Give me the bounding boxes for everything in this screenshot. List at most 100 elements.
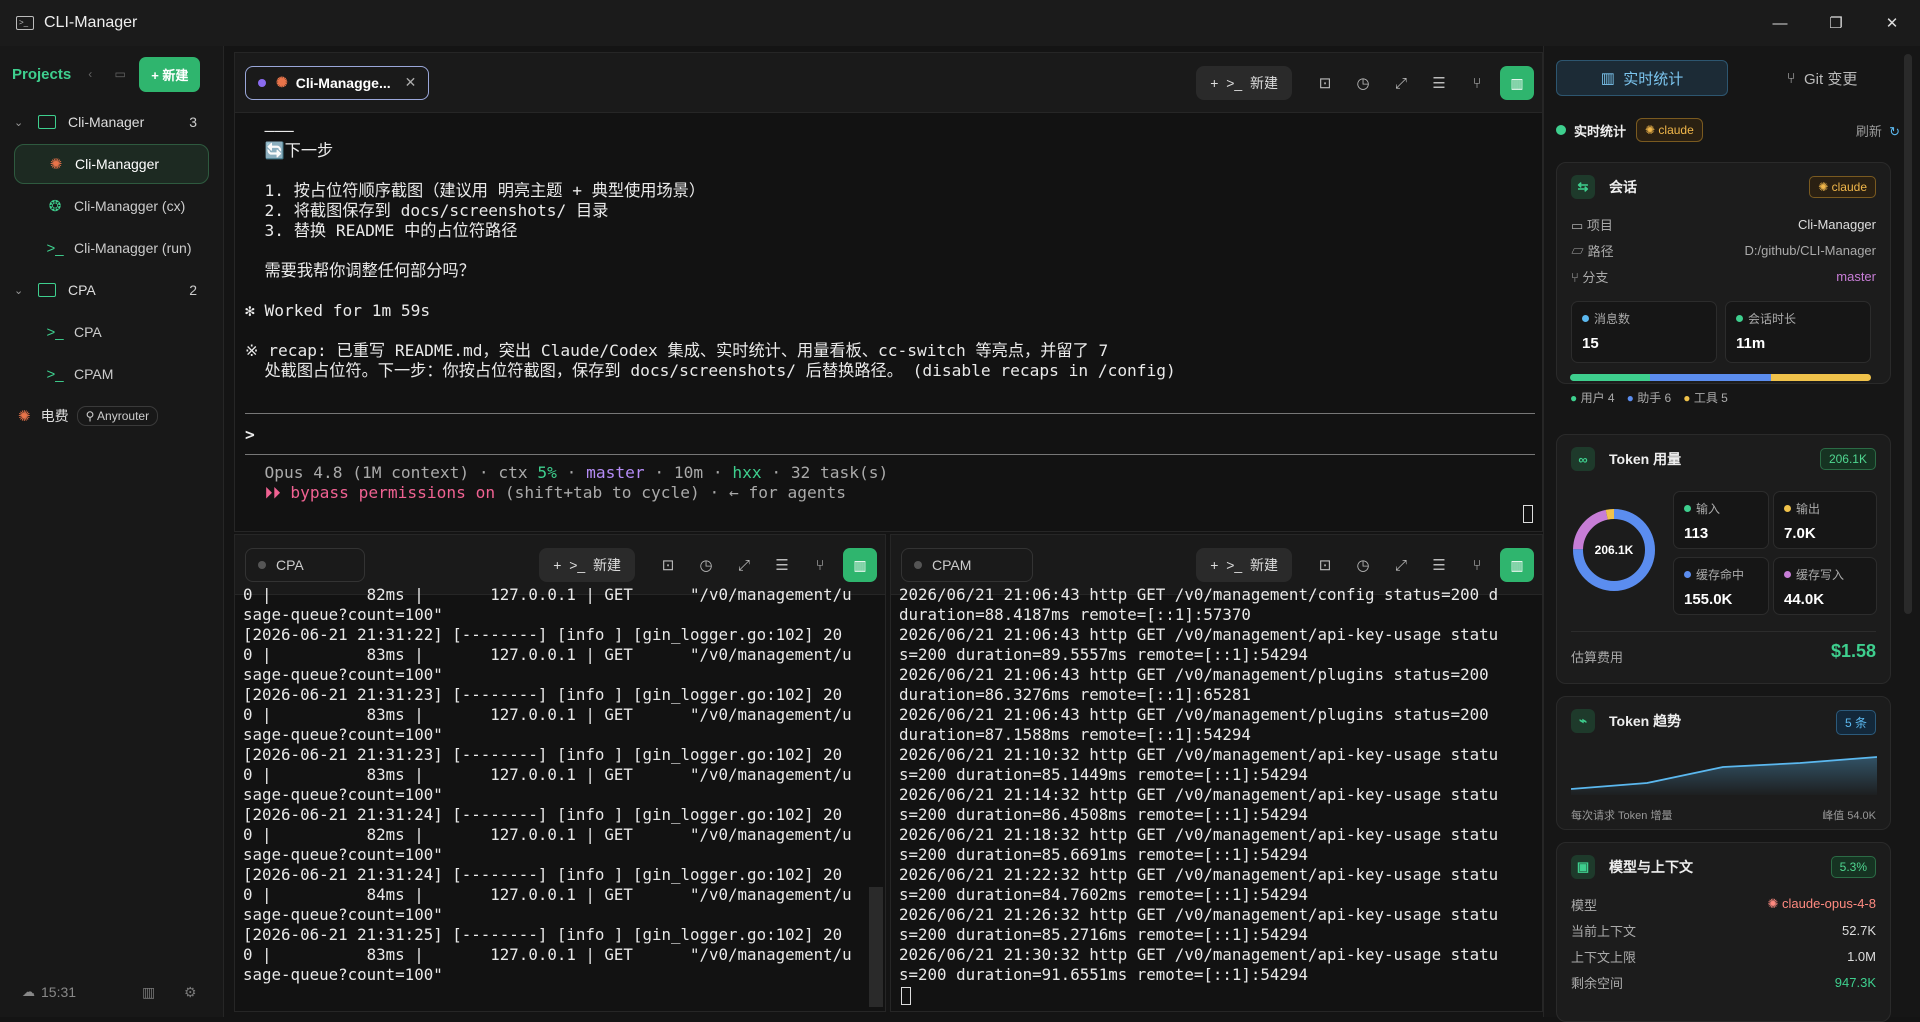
sidebar-item-label: Cli-Managger (75, 156, 160, 172)
panel-scrollbar[interactable] (1904, 54, 1912, 614)
token-trend-card: ⌁ Token 趋势 5 条 每次请求 Token 增量 峰值 54.0K (1556, 696, 1891, 830)
input-tokens-stat: 输入 113 (1673, 491, 1769, 549)
stats-toggle-button[interactable]: ▥ (1500, 548, 1534, 582)
expand-icon[interactable]: ⤢ (1386, 68, 1416, 98)
terminal-line: duration=88.4187ms remote=[::1]:57370 (899, 605, 1251, 624)
schedule-icon[interactable]: ☰ (1424, 550, 1454, 580)
git-branch-icon[interactable]: ⑂ (805, 550, 835, 580)
context-limit-label: 上下文上限 (1571, 949, 1637, 965)
terminal-line: 0 | 83ms | 127.0.0.1 | GET "/v0/manageme… (243, 645, 852, 664)
new-terminal-button[interactable]: + >_ 新建 (539, 548, 635, 582)
project-group[interactable]: ⌄ CPA 2 (0, 270, 223, 310)
terminal-line: 处截图占位符。下一步：你按占位符截图，保存到 docs/screenshots/… (245, 361, 1176, 380)
terminal-line: sage-queue?count=100" (243, 965, 443, 984)
main-terminal-pane: ✺ Cli-Managge... ✕ + >_ 新建 ⊡ ◷ ⤢ ☰ ⑂ ▥ —… (234, 52, 1543, 532)
sidebar-item-cli-managger-cx[interactable]: ❂ Cli-Managger (cx) (14, 186, 209, 226)
context-percent-badge: 5.3% (1830, 856, 1876, 878)
stats-icon[interactable]: ▥ (142, 984, 155, 1001)
folder-add-icon[interactable]: ▭ (109, 63, 131, 85)
cpam-terminal-pane: CPAM + >_ 新建 ⊡ ◷ ⤢ ☰ ⑂ ▥ 2026/06/21 21:0… (890, 534, 1543, 1012)
current-context-value: 52.7K (1842, 922, 1876, 938)
prompt-divider-bottom (245, 454, 1535, 455)
terminal-line: 2026/06/21 21:06:43 http GET /v0/managem… (899, 585, 1499, 604)
terminal-line: [2026-06-21 21:31:24] [--------] [info ]… (243, 805, 843, 824)
sidebar-item-label: 电费 (40, 408, 69, 424)
stats-toggle-button[interactable]: ▥ (843, 548, 877, 582)
terminal-icon[interactable]: ⊡ (1310, 550, 1340, 580)
terminal-line: s=200 duration=85.2716ms remote=[::1]:54… (899, 925, 1308, 944)
project-label: ▭ 项目 (1571, 217, 1613, 233)
cost-value: $1.58 (1830, 641, 1876, 661)
terminal-icon[interactable]: ⊡ (1310, 68, 1340, 98)
close-button[interactable]: ✕ (1864, 0, 1920, 46)
clock-time: 15:31 (41, 984, 77, 1000)
split-assistant (1650, 374, 1771, 381)
sidebar-item-cli-managger[interactable]: ✺ Cli-Managger (14, 144, 209, 184)
status-label: 实时统计 (1574, 123, 1627, 139)
sidebar-item-cpa[interactable]: >_ CPA (14, 312, 209, 352)
history-icon[interactable]: ◷ (1348, 550, 1378, 580)
history-icon[interactable]: ◷ (691, 550, 721, 580)
new-terminal-button[interactable]: + >_ 新建 (1196, 66, 1292, 100)
card-title: 模型与上下文 (1609, 859, 1693, 875)
history-icon[interactable]: ◷ (1348, 68, 1378, 98)
terminal-output[interactable]: 0 | 82ms | 127.0.0.1 | GET "/v0/manageme… (243, 585, 875, 1005)
expand-icon[interactable]: ⤢ (729, 550, 759, 580)
claude-icon: ✺ (18, 408, 31, 425)
refresh-button[interactable]: 刷新 ↻ (1856, 121, 1900, 140)
terminal-line: ——— (245, 121, 294, 140)
git-branch-icon[interactable]: ⑂ (1462, 550, 1492, 580)
split-user (1570, 374, 1651, 381)
context-limit-value: 1.0M (1847, 948, 1876, 964)
maximize-button[interactable]: ❐ (1808, 0, 1864, 46)
new-terminal-button[interactable]: + >_ 新建 (1196, 548, 1292, 582)
tab-git-changes[interactable]: ⑂ Git 变更 (1736, 60, 1908, 96)
messages-stat: 消息数 15 (1571, 301, 1717, 363)
terminal-line: 3. 替换 README 中的占位符路径 (245, 221, 518, 240)
sidebar-item-cli-managger-run[interactable]: >_ Cli-Managger (run) (14, 228, 209, 268)
group-name: Cli-Manager (68, 114, 145, 130)
gear-icon[interactable]: ⚙ (184, 984, 197, 1001)
close-tab-icon[interactable]: ✕ (405, 74, 417, 91)
prompt-input[interactable]: > (245, 425, 445, 445)
cloud-icon: ☁ (22, 984, 35, 999)
group-name: CPA (68, 282, 96, 298)
terminal-line: sage-queue?count=100" (243, 665, 443, 684)
scrollbar[interactable] (869, 887, 883, 1007)
terminal-line: 1. 按占位符顺序截图（建议用 明亮主题 + 典型使用场景） (245, 181, 706, 200)
minimize-button[interactable]: — (1752, 0, 1808, 46)
title-bar: >_ CLI-Manager — ❐ ✕ (0, 0, 1920, 46)
terminal-line: duration=87.1588ms remote=[::1]:54294 (899, 725, 1251, 744)
collapse-sidebar-icon[interactable]: ‹ (79, 63, 101, 85)
git-branch-icon[interactable]: ⑂ (1462, 68, 1492, 98)
terminal-line: 0 | 83ms | 127.0.0.1 | GET "/v0/manageme… (243, 705, 852, 724)
cpa-terminal-pane: CPA + >_ 新建 ⊡ ◷ ⤢ ☰ ⑂ ▥ 0 | 82ms | 127.0… (234, 534, 886, 1012)
card-title: 会话 (1609, 179, 1637, 195)
expand-icon[interactable]: ⤢ (1386, 550, 1416, 580)
terminal-line: 2026/06/21 21:22:32 http GET /v0/managem… (899, 865, 1499, 884)
tab-realtime-stats[interactable]: ▥ 实时统计 (1556, 60, 1728, 96)
sidebar-item-electricity[interactable]: ✺ 电费 ⚲ Anyrouter (0, 396, 223, 436)
split-tool (1770, 374, 1871, 381)
new-project-button[interactable]: + 新建 (139, 56, 201, 92)
stats-toggle-button[interactable]: ▥ (1500, 66, 1534, 100)
claude-icon: ✺ (276, 74, 288, 90)
activity-icon: ⌁ (1571, 709, 1595, 733)
sidebar-item-cpam[interactable]: >_ CPAM (14, 354, 209, 394)
trend-peak: 峰值 54.0K (1822, 810, 1876, 822)
terminal-icon[interactable]: ⊡ (653, 550, 683, 580)
terminal-line: s=200 duration=85.1449ms remote=[::1]:54… (899, 765, 1308, 784)
cache-hit-stat: 缓存命中 155.0K (1673, 557, 1769, 615)
trend-sparkline (1571, 756, 1877, 795)
cache-write-stat: 缓存写入 44.0K (1773, 557, 1877, 615)
schedule-icon[interactable]: ☰ (1424, 68, 1454, 98)
terminal-output[interactable]: 2026/06/21 21:06:43 http GET /v0/managem… (899, 585, 1539, 1005)
schedule-icon[interactable]: ☰ (767, 550, 797, 580)
project-group[interactable]: ⌄ Cli-Manager 3 (0, 102, 223, 142)
tab-cpam[interactable]: CPAM (901, 547, 1033, 582)
tab-cli-managger[interactable]: ✺ Cli-Managge... ✕ (245, 65, 430, 100)
tab-cpa[interactable]: CPA (245, 547, 365, 582)
terminal-output[interactable]: ——— 🔄下一步 1. 按占位符顺序截图（建议用 明亮主题 + 典型使用场景） … (245, 121, 1525, 441)
terminal-line: 0 | 83ms | 127.0.0.1 | GET "/v0/manageme… (243, 765, 852, 784)
